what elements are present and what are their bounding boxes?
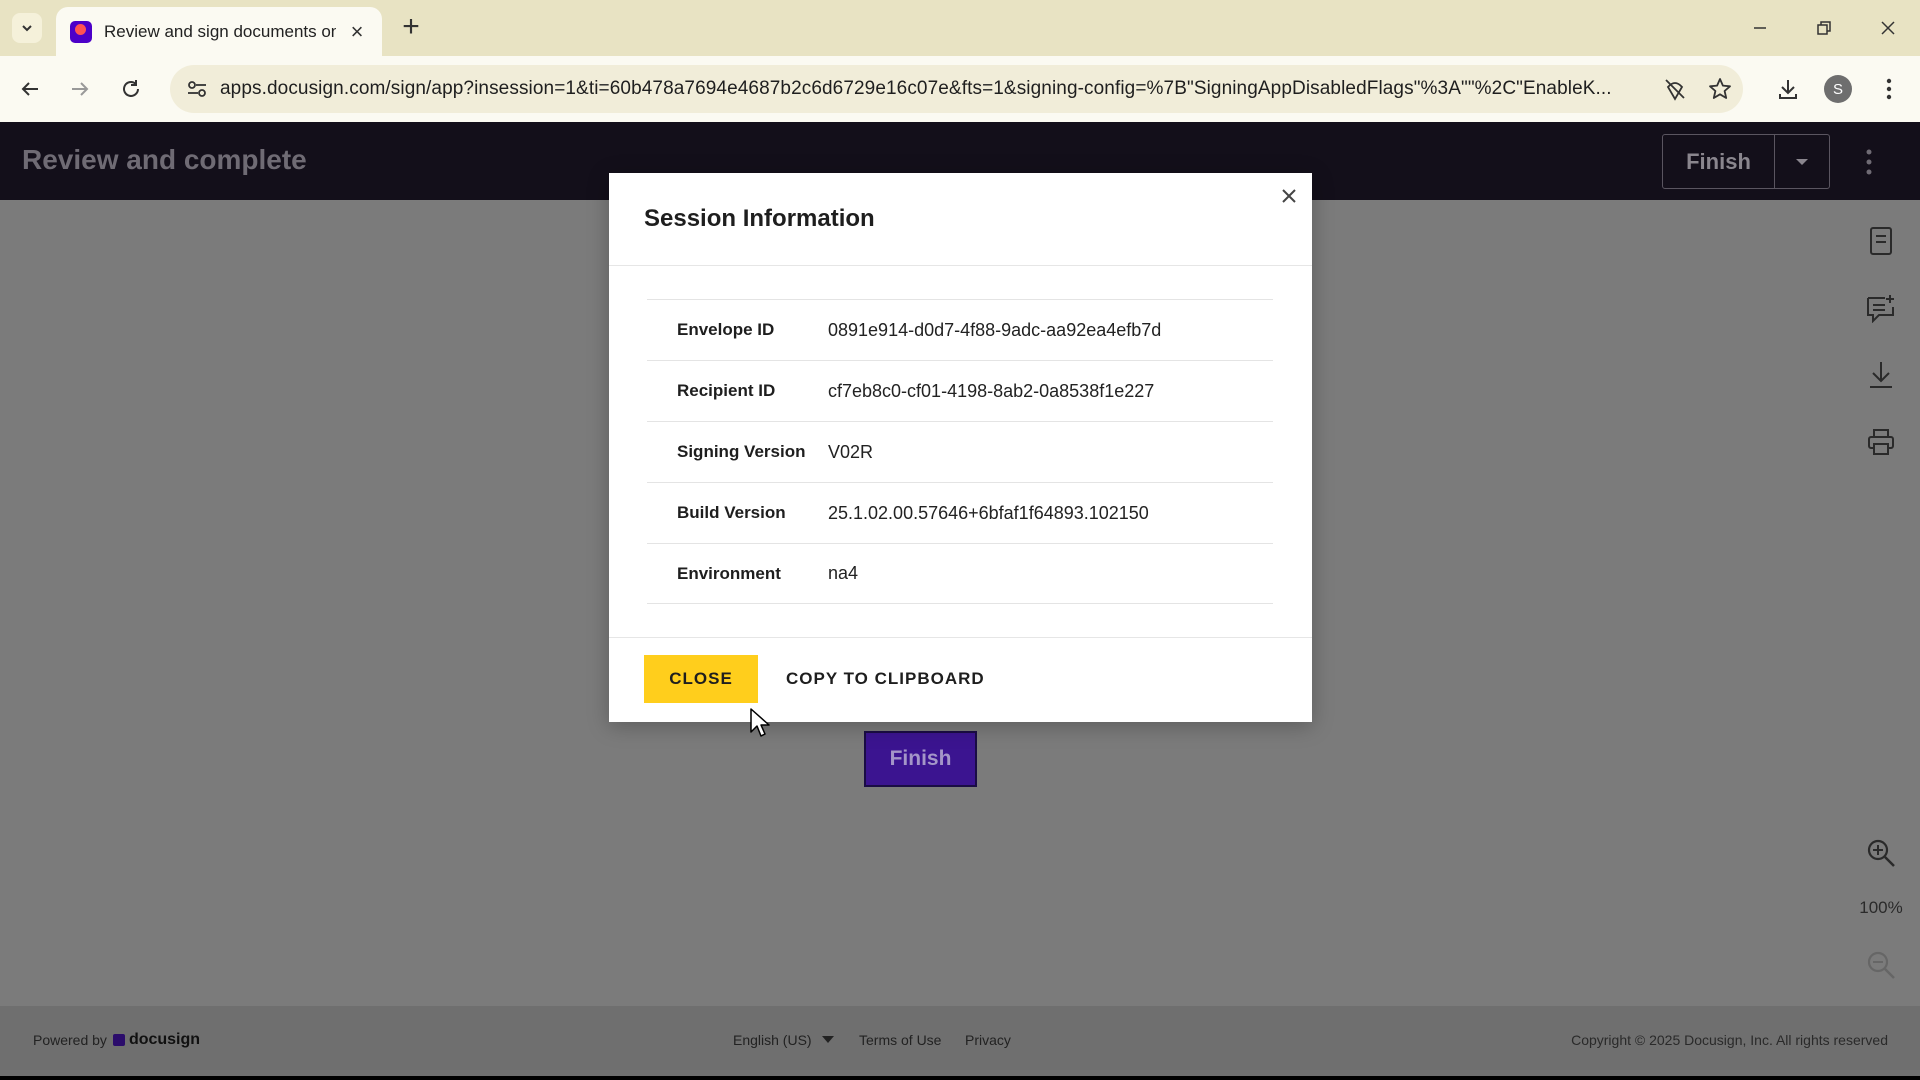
printer-icon [1868,429,1894,455]
arrow-left-icon [21,82,38,96]
dialog-title: Session Information [644,205,875,232]
row-value: V02R [828,441,874,462]
row-label: Signing Version [677,442,806,461]
tab-title: Review and sign documents on [104,21,336,41]
new-tab-button[interactable]: + [396,12,426,42]
zoom-in-icon [1867,839,1895,867]
session-info-table: Envelope ID 0891e914-d0d7-4f88-9adc-aa92… [647,299,1273,604]
row-label: Build Version [677,503,786,522]
more-vertical-icon [1886,78,1892,100]
page-title: Review and complete [22,144,307,175]
finish-options-button[interactable] [1775,135,1829,188]
document-finish-button[interactable]: Finish [864,731,977,787]
arrow-right-icon [72,82,89,96]
tab-close-icon[interactable]: × [346,19,368,45]
row-label: Environment [677,563,781,583]
download-document-button[interactable] [1862,356,1900,394]
browser-toolbar: apps.docusign.com/sign/app?insession=1&t… [0,56,1920,122]
browser-menu-button[interactable] [1872,72,1906,106]
docusign-favicon-icon [70,20,92,43]
caret-down-icon [821,1036,834,1043]
window-close-button[interactable] [1868,12,1908,44]
back-button[interactable] [13,72,47,106]
download-icon [1779,80,1797,99]
session-info-dialog: Session Information Envelope ID 0891e914… [609,173,1312,722]
language-label: English (US) [733,1032,812,1048]
mouse-cursor-icon [750,708,770,737]
browser-tab-bar: Review and sign documents on × + [0,0,1920,56]
comment-add-icon [1867,295,1894,323]
avatar: S [1824,75,1852,103]
divider [609,265,1312,266]
download-icon [1870,362,1892,388]
reload-icon [123,80,139,97]
finish-button-group: Finish [1662,134,1830,189]
more-options-button[interactable] [1854,142,1884,182]
zoom-level: 100% [1859,898,1903,917]
add-comment-button[interactable] [1862,289,1900,327]
footer: Powered by docusign English (US) Terms o… [0,1006,1920,1080]
row-value: na4 [828,563,859,583]
close-button[interactable]: CLOSE [644,655,758,703]
table-row: Environment na4 [647,543,1273,604]
copy-to-clipboard-button[interactable]: COPY TO CLIPBOARD [786,655,984,703]
more-vertical-icon [1866,149,1872,175]
restore-button[interactable] [1804,12,1844,44]
restore-icon [1817,21,1831,35]
zoom-in-button[interactable] [1862,834,1900,872]
document-view-button[interactable] [1862,222,1900,260]
powered-by: Powered by docusign [33,1031,200,1049]
url-text[interactable]: apps.docusign.com/sign/app?insession=1&t… [220,78,1630,100]
docusign-logo: docusign [112,1031,200,1049]
table-row: Signing Version V02R [647,421,1273,482]
profile-button[interactable]: S [1821,72,1855,106]
header-finish-button[interactable]: Finish [1663,135,1775,188]
copyright: Copyright © 2025 Docusign, Inc. All righ… [1571,1032,1888,1048]
row-value: 0891e914-d0d7-4f88-9adc-aa92ea4efb7d [828,319,1162,340]
print-button[interactable] [1862,423,1900,461]
terms-link[interactable]: Terms of Use [859,1032,941,1048]
table-row: Build Version 25.1.02.00.57646+6bfaf1f64… [647,482,1273,543]
eye-off-icon[interactable] [1662,76,1688,102]
forward-button[interactable] [63,72,97,106]
privacy-link[interactable]: Privacy [965,1032,1011,1048]
table-row: Envelope ID 0891e914-d0d7-4f88-9adc-aa92… [647,299,1273,360]
zoom-out-icon [1867,951,1895,979]
star-icon[interactable] [1707,76,1733,102]
row-label: Envelope ID [677,320,775,339]
address-bar[interactable]: apps.docusign.com/sign/app?insession=1&t… [170,65,1743,113]
bottom-border [0,1076,1920,1080]
chevron-down-icon [22,25,32,32]
document-icon [1870,227,1892,255]
row-value: cf7eb8c0-cf01-4198-8ab2-0a8538f1e227 [828,380,1155,401]
downloads-button[interactable] [1771,72,1805,106]
minimize-button[interactable] [1740,12,1780,44]
caret-down-icon [1796,158,1808,165]
close-icon [1282,189,1296,203]
site-info-icon[interactable] [184,77,210,101]
zoom-out-button[interactable] [1862,946,1900,984]
table-row: Recipient ID cf7eb8c0-cf01-4198-8ab2-0a8… [647,360,1273,421]
browser-tab[interactable]: Review and sign documents on × [56,7,382,56]
powered-by-label: Powered by [33,1032,107,1048]
minimize-icon [1754,27,1766,29]
close-icon [1881,21,1895,35]
dialog-close-button[interactable] [1276,183,1302,209]
language-select[interactable]: English (US) [733,1032,834,1048]
divider [609,637,1312,638]
row-label: Recipient ID [677,381,776,400]
row-value: 25.1.02.00.57646+6bfaf1f64893.102150 [828,502,1149,523]
reload-button[interactable] [114,72,148,106]
tab-search-button[interactable] [12,13,42,43]
